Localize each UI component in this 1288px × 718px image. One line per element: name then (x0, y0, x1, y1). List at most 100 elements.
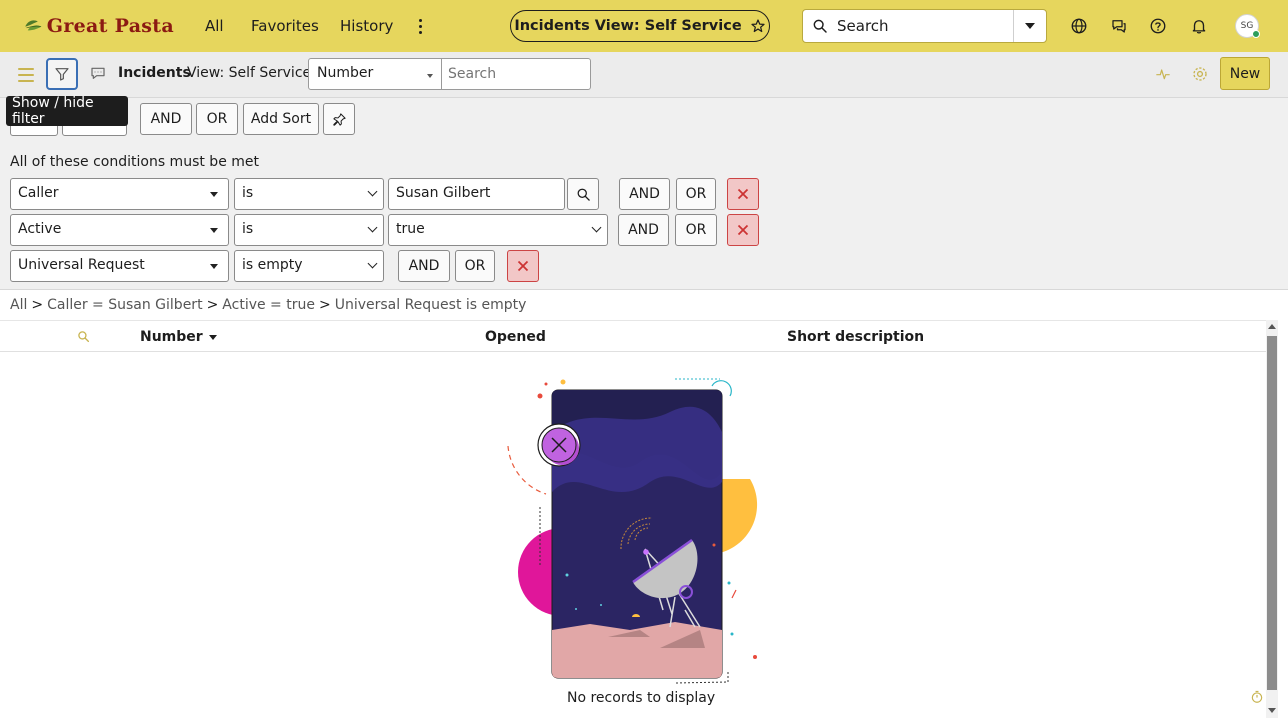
nav-all[interactable]: All (205, 17, 224, 35)
search-field-select[interactable]: Number (308, 58, 442, 90)
condition-and-button[interactable]: AND (618, 214, 669, 246)
breadcrumb-separator: > (318, 297, 331, 313)
breadcrumb-item[interactable]: Caller = Susan Gilbert (47, 297, 202, 313)
caret-down-icon (210, 264, 218, 269)
activity-stream-icon[interactable] (89, 64, 107, 82)
nav-favorites[interactable]: Favorites (251, 17, 319, 35)
add-sort-button[interactable]: Add Sort (243, 103, 319, 135)
column-header-opened[interactable]: Opened (485, 329, 546, 345)
close-icon (737, 224, 749, 236)
funnel-icon (55, 68, 69, 81)
pin-filter-button[interactable] (323, 103, 355, 135)
condition-value-input[interactable]: Susan Gilbert (388, 178, 565, 210)
condition-operator-label: is (242, 221, 254, 237)
filter-and-button[interactable]: AND (140, 103, 192, 135)
basil-leaf-icon (25, 20, 42, 31)
condition-value-text: true (396, 221, 425, 237)
company-logo[interactable]: Great Pasta (24, 12, 174, 40)
condition-field-universal-request[interactable]: Universal Request (10, 250, 229, 282)
remove-condition-button[interactable] (727, 178, 759, 210)
chevron-down-icon (367, 222, 378, 233)
column-header-short-description[interactable]: Short description (787, 329, 924, 345)
list-search-input[interactable] (441, 58, 591, 90)
bell-icon[interactable] (1189, 16, 1209, 36)
remove-condition-button[interactable] (727, 214, 759, 246)
condition-field-label: Universal Request (18, 257, 145, 273)
chevron-down-icon (1025, 23, 1035, 29)
close-icon (517, 260, 529, 272)
search-icon (577, 188, 590, 201)
list-title[interactable]: Incidents (118, 65, 191, 81)
condition-operator-label: is (242, 185, 254, 201)
breadcrumb-item[interactable]: Universal Request is empty (335, 297, 527, 313)
breadcrumb-separator: > (31, 297, 44, 313)
context-title-pill[interactable]: Incidents View: Self Service (510, 10, 770, 42)
caret-down-icon (427, 74, 433, 78)
condition-or-button[interactable]: OR (675, 214, 717, 246)
search-field-value: Number (317, 65, 374, 81)
breadcrumb-item[interactable]: Active = true (222, 297, 315, 313)
pin-icon (332, 112, 346, 126)
breadcrumb-item[interactable]: All (10, 297, 27, 313)
empty-state-message: No records to display (567, 690, 716, 706)
logo-text: Great Pasta (46, 15, 174, 37)
column-label: Number (140, 329, 203, 345)
condition-and-button[interactable]: AND (398, 250, 450, 282)
breadcrumb: All > Caller = Susan Gilbert > Active = … (10, 297, 526, 313)
list-header-bar: Incidents View: Self Service Number New (0, 52, 1288, 98)
more-vertical-icon[interactable] (413, 14, 427, 38)
nav-history[interactable]: History (340, 17, 393, 35)
avatar-initials: SG (1240, 21, 1254, 31)
chevron-down-icon (367, 258, 378, 269)
table-header: Number Opened Short description (0, 320, 1266, 352)
filter-or-button[interactable]: OR (196, 103, 238, 135)
gear-icon[interactable] (1191, 65, 1209, 83)
remove-condition-button[interactable] (507, 250, 539, 282)
search-icon[interactable] (77, 330, 90, 343)
lookup-button[interactable] (567, 178, 599, 210)
scrollbar-thumb[interactable] (1267, 336, 1277, 690)
sort-descending-icon (208, 334, 217, 340)
condition-operator-label: is empty (242, 257, 303, 273)
condition-and-button[interactable]: AND (619, 178, 670, 210)
context-title: Incidents View: Self Service (514, 18, 742, 34)
chevron-down-icon (367, 186, 378, 197)
avatar[interactable]: SG (1235, 14, 1260, 38)
globe-icon[interactable] (1069, 16, 1089, 36)
global-search-input[interactable]: Search (837, 17, 1013, 35)
caret-down-icon (210, 192, 218, 197)
condition-field-caller[interactable]: Caller (10, 178, 229, 210)
condition-value-text: Susan Gilbert (396, 185, 491, 201)
list-menu-icon[interactable] (18, 68, 34, 82)
condition-operator[interactable]: is empty (234, 250, 384, 282)
condition-or-button[interactable]: OR (676, 178, 716, 210)
condition-field-active[interactable]: Active (10, 214, 229, 246)
search-icon (803, 18, 837, 34)
close-icon (737, 188, 749, 200)
condition-operator[interactable]: is (234, 178, 384, 210)
scroll-down-arrow-icon[interactable] (1268, 708, 1276, 713)
top-navigation-bar: Great Pasta All Favorites History Incide… (0, 0, 1288, 52)
breadcrumb-separator: > (206, 297, 219, 313)
star-icon[interactable] (750, 18, 766, 34)
chevron-down-icon (591, 222, 602, 233)
list-view-name: View: Self Service (187, 65, 312, 81)
column-header-number[interactable]: Number (140, 329, 217, 345)
new-record-button[interactable]: New (1220, 57, 1270, 90)
scroll-up-arrow-icon[interactable] (1268, 324, 1276, 329)
condition-field-label: Active (18, 221, 62, 237)
filter-tooltip: Show / hide filter (6, 95, 128, 127)
search-scope-dropdown[interactable] (1013, 10, 1046, 42)
condition-or-button[interactable]: OR (455, 250, 495, 282)
chat-icon[interactable] (1109, 16, 1129, 36)
presence-indicator (1252, 30, 1260, 38)
filter-toggle-button[interactable] (46, 58, 78, 90)
condition-value-select[interactable]: true (388, 214, 608, 246)
condition-operator[interactable]: is (234, 214, 384, 246)
pulse-icon[interactable] (1154, 65, 1172, 83)
global-search[interactable]: Search (802, 9, 1047, 43)
timer-icon[interactable] (1250, 690, 1264, 704)
condition-note: All of these conditions must be met (10, 154, 259, 170)
help-icon[interactable] (1148, 16, 1168, 36)
empty-state-illustration (507, 378, 758, 684)
